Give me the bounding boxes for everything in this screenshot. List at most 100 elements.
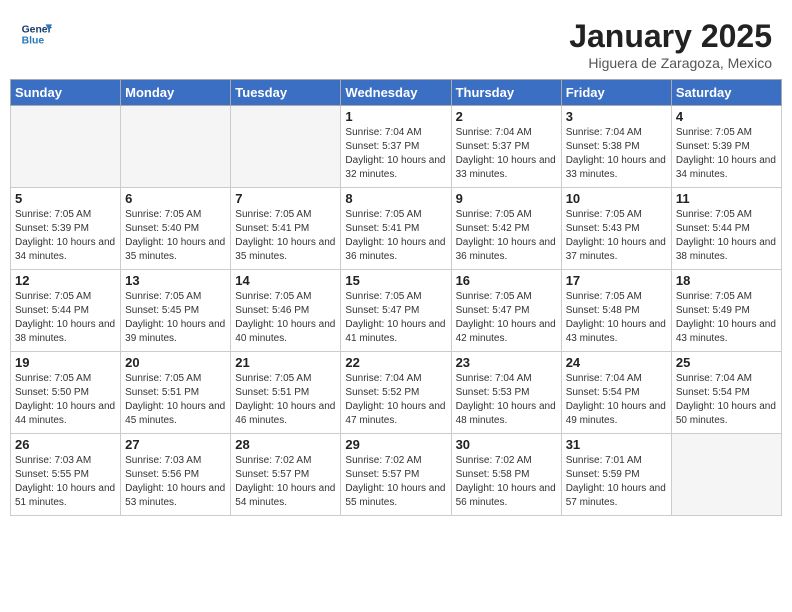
calendar-cell: 7Sunrise: 7:05 AMSunset: 5:41 PMDaylight… xyxy=(231,188,341,270)
subtitle: Higuera de Zaragoza, Mexico xyxy=(569,55,772,71)
day-number: 27 xyxy=(125,437,226,452)
day-number: 23 xyxy=(456,355,557,370)
day-number: 9 xyxy=(456,191,557,206)
day-info: Sunrise: 7:05 AMSunset: 5:41 PMDaylight:… xyxy=(345,208,446,264)
weekday-header-row: SundayMondayTuesdayWednesdayThursdayFrid… xyxy=(11,80,782,106)
calendar-cell: 18 Sunrise: 7:05 AMSunset: 5:49 PMDayligh… xyxy=(671,270,781,352)
weekday-header: Tuesday xyxy=(231,80,341,106)
day-number: 6 xyxy=(125,191,226,206)
day-number: 10 xyxy=(566,191,667,206)
day-info: Sunrise: 7:04 AMSunset: 5:53 PMDaylight:… xyxy=(456,372,557,428)
calendar-cell: 23 Sunrise: 7:04 AMSunset: 5:53 PMDayligh… xyxy=(451,352,561,434)
day-number: 13 xyxy=(125,273,226,288)
day-number: 8 xyxy=(345,191,446,206)
day-number: 16 xyxy=(456,273,557,288)
day-info: Sunrise: 7:02 AMSunset: 5:57 PMDaylight:… xyxy=(345,454,446,510)
svg-text:Blue: Blue xyxy=(22,36,45,47)
weekday-header: Wednesday xyxy=(341,80,451,106)
day-info: Sunrise: 7:04 AMSunset: 5:38 PMDaylight:… xyxy=(566,126,667,182)
weekday-header: Sunday xyxy=(11,80,121,106)
calendar-cell: 20 Sunrise: 7:05 AMSunset: 5:51 PMDayligh… xyxy=(121,352,231,434)
day-info: Sunrise: 7:04 AMSunset: 5:54 PMDaylight:… xyxy=(566,372,667,428)
day-info: Sunrise: 7:02 AMSunset: 5:58 PMDaylight:… xyxy=(456,454,557,510)
day-number: 3 xyxy=(566,109,667,124)
week-row: 5 Sunrise: 7:05 AMSunset: 5:39 PMDaylight… xyxy=(11,188,782,270)
day-info: Sunrise: 7:05 AMSunset: 5:43 PMDaylight:… xyxy=(566,208,667,264)
day-info: Sunrise: 7:05 AMSunset: 5:40 PMDaylight:… xyxy=(125,208,226,264)
day-info: Sunrise: 7:05 AMSunset: 5:49 PMDaylight:… xyxy=(676,290,777,346)
day-info: Sunrise: 7:05 AMSunset: 5:44 PMDaylight:… xyxy=(676,208,777,264)
day-number: 31 xyxy=(566,437,667,452)
day-number: 26 xyxy=(15,437,116,452)
day-info: Sunrise: 7:03 AMSunset: 5:56 PMDaylight:… xyxy=(125,454,226,510)
weekday-header: Monday xyxy=(121,80,231,106)
day-number: 30 xyxy=(456,437,557,452)
calendar-table: SundayMondayTuesdayWednesdayThursdayFrid… xyxy=(10,79,782,516)
day-info: Sunrise: 7:02 AMSunset: 5:57 PMDaylight:… xyxy=(235,454,336,510)
day-number: 4 xyxy=(676,109,777,124)
calendar-cell: 26 Sunrise: 7:03 AMSunset: 5:55 PMDayligh… xyxy=(11,434,121,516)
day-number: 11 xyxy=(676,191,777,206)
day-info: Sunrise: 7:04 AMSunset: 5:37 PMDaylight:… xyxy=(456,126,557,182)
calendar-cell xyxy=(671,434,781,516)
day-number: 20 xyxy=(125,355,226,370)
calendar-cell: 11 Sunrise: 7:05 AMSunset: 5:44 PMDayligh… xyxy=(671,188,781,270)
day-info: Sunrise: 7:05 AMSunset: 5:50 PMDaylight:… xyxy=(15,372,116,428)
day-number: 17 xyxy=(566,273,667,288)
day-info: Sunrise: 7:05 AMSunset: 5:46 PMDaylight:… xyxy=(235,290,336,346)
calendar-cell: 5 Sunrise: 7:05 AMSunset: 5:39 PMDaylight… xyxy=(11,188,121,270)
day-number: 22 xyxy=(345,355,446,370)
day-info: Sunrise: 7:04 AMSunset: 5:54 PMDaylight:… xyxy=(676,372,777,428)
day-info: Sunrise: 7:04 AMSunset: 5:52 PMDaylight:… xyxy=(345,372,446,428)
day-info: Sunrise: 7:05 AMSunset: 5:51 PMDaylight:… xyxy=(125,372,226,428)
day-number: 24 xyxy=(566,355,667,370)
day-number: 19 xyxy=(15,355,116,370)
calendar-cell: 9 Sunrise: 7:05 AMSunset: 5:42 PMDaylight… xyxy=(451,188,561,270)
calendar-cell xyxy=(231,106,341,188)
week-row: 12Sunrise: 7:05 AMSunset: 5:44 PMDayligh… xyxy=(11,270,782,352)
calendar-cell: 2Sunrise: 7:04 AMSunset: 5:37 PMDaylight… xyxy=(451,106,561,188)
calendar-cell xyxy=(11,106,121,188)
calendar-cell: 31 Sunrise: 7:01 AMSunset: 5:59 PMDayligh… xyxy=(561,434,671,516)
main-title: January 2025 xyxy=(569,18,772,55)
calendar-cell: 19 Sunrise: 7:05 AMSunset: 5:50 PMDayligh… xyxy=(11,352,121,434)
calendar-cell: 25Sunrise: 7:04 AMSunset: 5:54 PMDayligh… xyxy=(671,352,781,434)
calendar-cell: 16 Sunrise: 7:05 AMSunset: 5:47 PMDayligh… xyxy=(451,270,561,352)
day-info: Sunrise: 7:05 AMSunset: 5:39 PMDaylight:… xyxy=(15,208,116,264)
day-info: Sunrise: 7:05 AMSunset: 5:42 PMDaylight:… xyxy=(456,208,557,264)
calendar-cell: 6 Sunrise: 7:05 AMSunset: 5:40 PMDaylight… xyxy=(121,188,231,270)
day-info: Sunrise: 7:01 AMSunset: 5:59 PMDaylight:… xyxy=(566,454,667,510)
calendar-cell: 4 Sunrise: 7:05 AMSunset: 5:39 PMDaylight… xyxy=(671,106,781,188)
calendar-cell: 28 Sunrise: 7:02 AMSunset: 5:57 PMDayligh… xyxy=(231,434,341,516)
day-info: Sunrise: 7:05 AMSunset: 5:44 PMDaylight:… xyxy=(15,290,116,346)
page-header: General Blue January 2025 Higuera de Zar… xyxy=(10,10,782,75)
weekday-header: Friday xyxy=(561,80,671,106)
title-block: January 2025 Higuera de Zaragoza, Mexico xyxy=(569,18,772,71)
calendar-cell: 14 Sunrise: 7:05 AMSunset: 5:46 PMDayligh… xyxy=(231,270,341,352)
logo-icon: General Blue xyxy=(20,18,52,50)
day-number: 21 xyxy=(235,355,336,370)
day-number: 18 xyxy=(676,273,777,288)
calendar-cell: 3 Sunrise: 7:04 AMSunset: 5:38 PMDaylight… xyxy=(561,106,671,188)
logo: General Blue xyxy=(20,18,52,50)
day-info: Sunrise: 7:05 AMSunset: 5:39 PMDaylight:… xyxy=(676,126,777,182)
day-info: Sunrise: 7:05 AMSunset: 5:47 PMDaylight:… xyxy=(456,290,557,346)
day-info: Sunrise: 7:04 AMSunset: 5:37 PMDaylight:… xyxy=(345,126,446,182)
calendar-cell: 22 Sunrise: 7:04 AMSunset: 5:52 PMDayligh… xyxy=(341,352,451,434)
calendar-cell: 1Sunrise: 7:04 AMSunset: 5:37 PMDaylight… xyxy=(341,106,451,188)
calendar-cell: 24 Sunrise: 7:04 AMSunset: 5:54 PMDayligh… xyxy=(561,352,671,434)
calendar-cell: 21 Sunrise: 7:05 AMSunset: 5:51 PMDayligh… xyxy=(231,352,341,434)
calendar-cell xyxy=(121,106,231,188)
day-number: 5 xyxy=(15,191,116,206)
day-info: Sunrise: 7:03 AMSunset: 5:55 PMDaylight:… xyxy=(15,454,116,510)
day-info: Sunrise: 7:05 AMSunset: 5:51 PMDaylight:… xyxy=(235,372,336,428)
calendar-cell: 13 Sunrise: 7:05 AMSunset: 5:45 PMDayligh… xyxy=(121,270,231,352)
calendar-cell: 29Sunrise: 7:02 AMSunset: 5:57 PMDayligh… xyxy=(341,434,451,516)
day-number: 14 xyxy=(235,273,336,288)
day-number: 28 xyxy=(235,437,336,452)
day-info: Sunrise: 7:05 AMSunset: 5:41 PMDaylight:… xyxy=(235,208,336,264)
week-row: 1Sunrise: 7:04 AMSunset: 5:37 PMDaylight… xyxy=(11,106,782,188)
day-info: Sunrise: 7:05 AMSunset: 5:45 PMDaylight:… xyxy=(125,290,226,346)
calendar-cell: 12Sunrise: 7:05 AMSunset: 5:44 PMDayligh… xyxy=(11,270,121,352)
week-row: 26 Sunrise: 7:03 AMSunset: 5:55 PMDayligh… xyxy=(11,434,782,516)
